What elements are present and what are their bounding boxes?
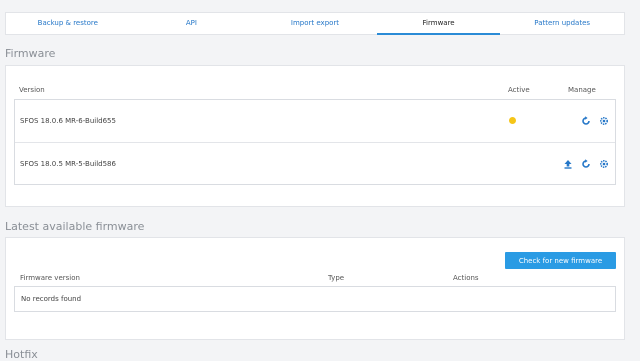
- empty-state-text: No records found: [21, 295, 82, 303]
- firmware-panel: Version Active Manage SFOS 18.0.6 MR-6-B…: [5, 65, 625, 207]
- tab-pattern-updates[interactable]: Pattern updates: [500, 13, 624, 34]
- latest-firmware-table-header: Firmware version Type Actions: [14, 271, 616, 286]
- table-row: SFOS 18.0.5 MR-5-Build586: [15, 142, 615, 184]
- gear-icon[interactable]: [598, 115, 609, 126]
- col-firmware-version: Firmware version: [20, 274, 80, 282]
- upload-icon[interactable]: [562, 158, 573, 169]
- firmware-table-body: SFOS 18.0.6 MR-6-Build655 SFOS 18.0.5 MR…: [14, 99, 616, 185]
- tab-backup-restore[interactable]: Backup & restore: [6, 13, 130, 34]
- firmware-section-title: Firmware: [5, 47, 56, 60]
- col-active: Active: [508, 86, 530, 94]
- firmware-table-header: Version Active Manage: [14, 82, 616, 99]
- tab-import-export[interactable]: Import export: [253, 13, 377, 34]
- firmware-table: Version Active Manage SFOS 18.0.6 MR-6-B…: [14, 82, 616, 185]
- firmware-version: SFOS 18.0.5 MR-5-Build586: [20, 160, 116, 168]
- reboot-icon[interactable]: [580, 158, 591, 169]
- col-manage: Manage: [568, 86, 596, 94]
- col-actions: Actions: [453, 274, 479, 282]
- check-new-firmware-button[interactable]: Check for new firmware: [505, 252, 616, 269]
- latest-firmware-panel: Check for new firmware Firmware version …: [5, 237, 625, 340]
- gear-icon[interactable]: [598, 158, 609, 169]
- latest-firmware-section-title: Latest available firmware: [5, 220, 145, 233]
- latest-firmware-table-body: No records found: [14, 286, 616, 312]
- tab-api[interactable]: API: [130, 13, 254, 34]
- col-type: Type: [328, 274, 345, 282]
- tab-firmware[interactable]: Firmware: [376, 13, 501, 35]
- active-indicator: [509, 117, 516, 124]
- table-row: SFOS 18.0.6 MR-6-Build655: [15, 100, 615, 142]
- reboot-icon[interactable]: [580, 115, 591, 126]
- tab-bar: Backup & restore API Import export Firmw…: [5, 12, 625, 35]
- firmware-version: SFOS 18.0.6 MR-6-Build655: [20, 117, 116, 125]
- hotfix-section-title: Hotfix: [5, 348, 38, 361]
- col-version: Version: [19, 86, 45, 94]
